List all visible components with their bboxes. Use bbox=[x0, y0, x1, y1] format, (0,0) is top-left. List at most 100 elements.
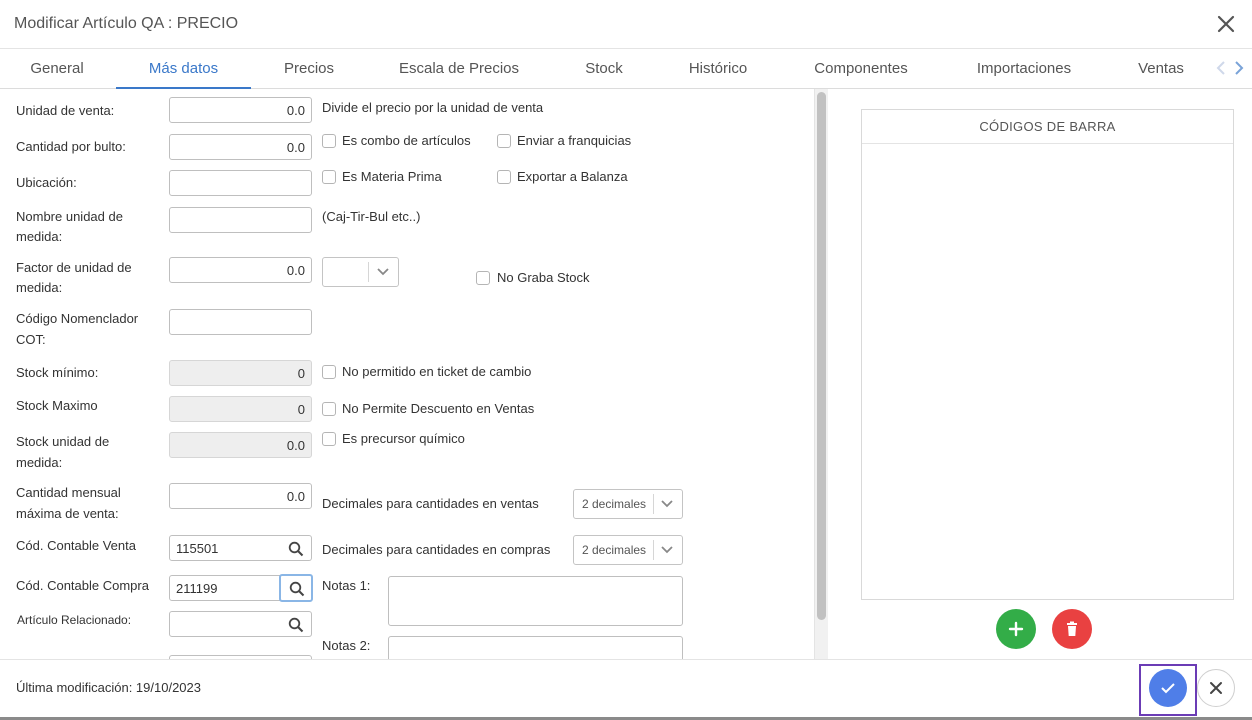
franquicias-checkbox[interactable] bbox=[497, 134, 511, 148]
search-icon bbox=[288, 617, 304, 633]
combo-label: Es combo de artículos bbox=[342, 133, 471, 148]
tab-stock[interactable]: Stock bbox=[568, 49, 640, 89]
stock-unidad-input bbox=[169, 432, 312, 458]
cancel-button[interactable] bbox=[1197, 669, 1235, 707]
articulo-relacionado-input[interactable] bbox=[169, 611, 281, 637]
select-separator bbox=[653, 540, 654, 560]
codigo-nomenclador-label-2: COT: bbox=[16, 332, 46, 347]
tab-bar: General Más datos Precios Escala de Prec… bbox=[0, 49, 1252, 89]
cod-contable-compra-search-button[interactable] bbox=[279, 574, 313, 602]
cod-contable-venta-label: Cód. Contable Venta bbox=[16, 538, 136, 553]
scrollbar-thumb[interactable] bbox=[817, 92, 826, 620]
close-icon[interactable] bbox=[1214, 12, 1238, 36]
form-scrollbar[interactable] bbox=[814, 89, 828, 659]
search-icon bbox=[288, 541, 304, 557]
cantidad-mensual-input[interactable] bbox=[169, 483, 312, 509]
stock-unidad-label-1: Stock unidad de bbox=[16, 434, 110, 449]
notas1-label: Notas 1: bbox=[322, 578, 371, 593]
cantidad-bulto-label: Cantidad por bulto: bbox=[16, 139, 126, 154]
tabs-scroll-right-icon[interactable] bbox=[1231, 59, 1247, 77]
ubicacion-input[interactable] bbox=[169, 170, 312, 196]
nombre-unidad-label-1: Nombre unidad de bbox=[16, 209, 123, 224]
add-barcode-button[interactable] bbox=[996, 609, 1036, 649]
unidad-venta-input[interactable] bbox=[169, 97, 312, 123]
last-modified: Última modificación: 19/10/2023 bbox=[16, 680, 201, 695]
cod-contable-compra-label: Cód. Contable Compra bbox=[16, 578, 149, 593]
franquicias-label: Enviar a franquicias bbox=[517, 133, 632, 148]
delete-barcode-button[interactable] bbox=[1052, 609, 1092, 649]
materia-prima-label: Es Materia Prima bbox=[342, 169, 442, 184]
cantidad-mensual-label-2: máxima de venta: bbox=[16, 506, 119, 521]
articulo-relacionado-search-button[interactable] bbox=[280, 611, 312, 637]
tab-general[interactable]: General bbox=[14, 49, 100, 89]
tabs-scroll-left-icon[interactable] bbox=[1214, 59, 1230, 77]
unidad-venta-hint: Divide el precio por la unidad de venta bbox=[322, 100, 544, 115]
factor-unidad-select[interactable] bbox=[322, 257, 399, 287]
no-descuento-label: No Permite Descuento en Ventas bbox=[342, 401, 535, 416]
codigo-nomenclador-label-1: Código Nomenclador bbox=[16, 311, 139, 326]
stock-unidad-label-2: medida: bbox=[16, 455, 63, 470]
materia-prima-checkbox[interactable] bbox=[322, 170, 336, 184]
stock-maximo-input bbox=[169, 396, 312, 422]
confirm-button[interactable] bbox=[1149, 669, 1187, 707]
combo-checkbox[interactable] bbox=[322, 134, 336, 148]
balanza-label: Exportar a Balanza bbox=[517, 169, 628, 184]
stock-minimo-input bbox=[169, 360, 312, 386]
decimales-compras-select[interactable]: 2 decimales bbox=[573, 535, 683, 565]
chevron-down-icon bbox=[660, 498, 674, 513]
factor-unidad-label-1: Factor de unidad de bbox=[16, 260, 132, 275]
nombre-unidad-hint: (Caj-Tir-Bul etc..) bbox=[322, 209, 421, 224]
check-icon bbox=[1161, 683, 1175, 694]
select-separator bbox=[368, 262, 369, 282]
no-descuento-checkbox[interactable] bbox=[322, 402, 336, 416]
tab-importaciones[interactable]: Importaciones bbox=[958, 49, 1090, 89]
factor-unidad-input[interactable] bbox=[169, 257, 312, 283]
tab-escala-precios[interactable]: Escala de Precios bbox=[384, 49, 534, 89]
tab-precios[interactable]: Precios bbox=[268, 49, 350, 89]
barcodes-title: CÓDIGOS DE BARRA bbox=[862, 110, 1233, 144]
ubicacion-label: Ubicación: bbox=[16, 175, 77, 190]
stock-minimo-label: Stock mínimo: bbox=[16, 365, 99, 380]
no-ticket-cambio-checkbox[interactable] bbox=[322, 365, 336, 379]
dialog-footer: Última modificación: 19/10/2023 bbox=[0, 659, 1252, 717]
cod-contable-compra-input[interactable] bbox=[169, 575, 281, 601]
close-icon bbox=[1210, 682, 1222, 694]
notas2-textarea[interactable] bbox=[388, 636, 683, 659]
codigo-nomenclador-input[interactable] bbox=[169, 309, 312, 335]
mas-datos-form: Unidad de venta: Divide el precio por la… bbox=[0, 89, 814, 659]
no-ticket-cambio-label: No permitido en ticket de cambio bbox=[342, 364, 532, 379]
no-graba-stock-checkbox[interactable] bbox=[476, 271, 490, 285]
barcodes-panel: CÓDIGOS DE BARRA bbox=[861, 109, 1234, 600]
precursor-label: Es precursor químico bbox=[342, 431, 465, 446]
balanza-checkbox[interactable] bbox=[497, 170, 511, 184]
decimales-ventas-select[interactable]: 2 decimales bbox=[573, 489, 683, 519]
factor-unidad-label-2: medida: bbox=[16, 280, 63, 295]
notas2-label: Notas 2: bbox=[322, 638, 371, 653]
nombre-unidad-label-2: medida: bbox=[16, 229, 63, 244]
precursor-checkbox[interactable] bbox=[322, 432, 336, 446]
chevron-down-icon bbox=[376, 266, 390, 281]
articulo-relacionado-label: Artículo Relacionado: bbox=[17, 613, 132, 627]
chevron-down-icon bbox=[660, 544, 674, 559]
cod-contable-venta-input[interactable] bbox=[169, 535, 281, 561]
decimales-ventas-value: 2 decimales bbox=[582, 497, 647, 511]
decimales-compras-value: 2 decimales bbox=[582, 543, 647, 557]
tab-ventas[interactable]: Ventas bbox=[1124, 49, 1198, 89]
trash-icon bbox=[1067, 621, 1077, 636]
cod-contable-venta-search-button[interactable] bbox=[280, 535, 312, 561]
search-icon bbox=[289, 581, 305, 597]
cantidad-bulto-input[interactable] bbox=[169, 134, 312, 160]
stock-maximo-label: Stock Maximo bbox=[16, 398, 98, 413]
dialog-header: Modificar Artículo QA : PRECIO bbox=[0, 0, 1252, 49]
notas1-textarea[interactable] bbox=[388, 576, 683, 626]
nombre-unidad-input[interactable] bbox=[169, 207, 312, 233]
no-graba-stock-label: No Graba Stock bbox=[497, 270, 590, 285]
dialog-title: Modificar Artículo QA : PRECIO bbox=[14, 15, 239, 32]
unidad-venta-label: Unidad de venta: bbox=[16, 103, 115, 118]
decimales-ventas-label: Decimales para cantidades en ventas bbox=[322, 496, 539, 511]
decimales-compras-label: Decimales para cantidades en compras bbox=[322, 542, 551, 557]
tab-mas-datos[interactable]: Más datos bbox=[116, 49, 251, 89]
tab-historico[interactable]: Histórico bbox=[674, 49, 762, 89]
tab-componentes[interactable]: Componentes bbox=[796, 49, 926, 89]
plus-icon bbox=[1008, 621, 1024, 637]
